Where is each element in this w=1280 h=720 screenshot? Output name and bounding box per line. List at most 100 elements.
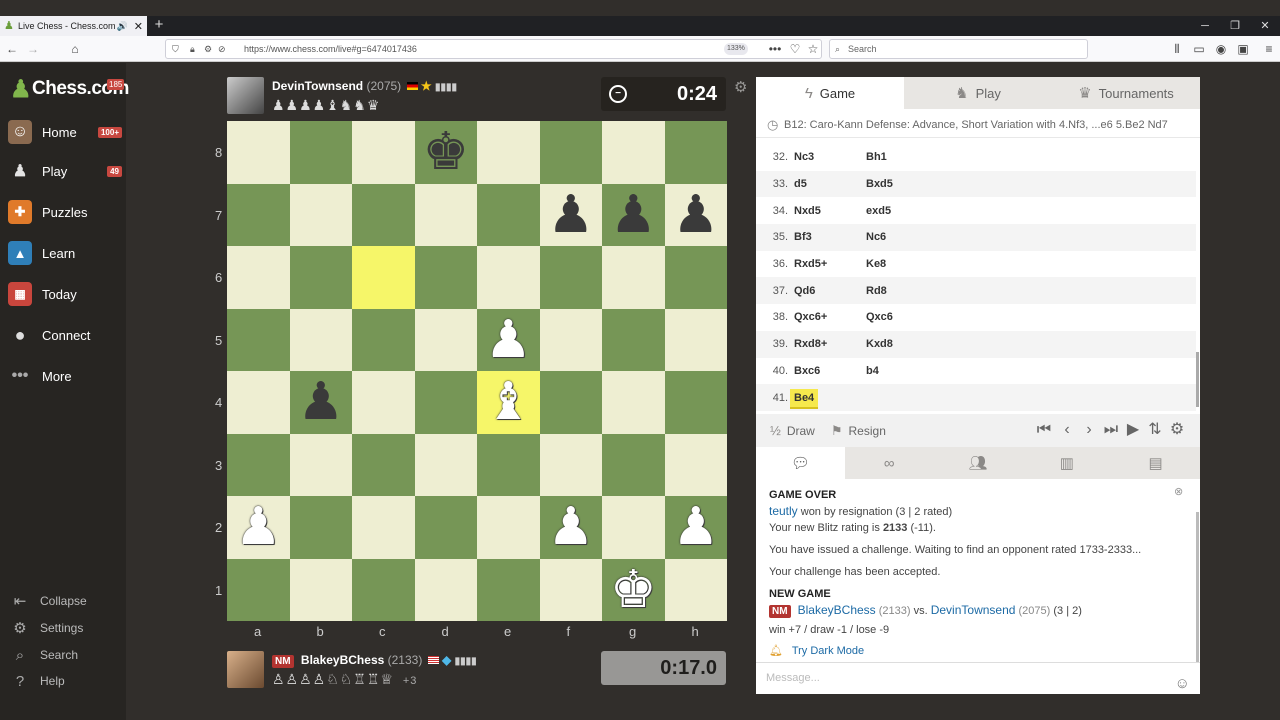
white-move[interactable]: Be4	[790, 388, 866, 409]
draw-button[interactable]: ½ Draw	[770, 423, 815, 438]
square-g6[interactable]	[602, 246, 665, 309]
square-f1[interactable]	[539, 558, 602, 621]
bottom-player-name[interactable]: BlakeyBChess	[301, 653, 384, 667]
square-d6[interactable]	[414, 246, 477, 309]
square-h1[interactable]	[664, 558, 727, 621]
black-move[interactable]: Rd8	[866, 285, 938, 297]
black-move[interactable]: Ke8	[866, 258, 938, 270]
black-pawn-g7[interactable]: ♟	[610, 189, 657, 241]
top-player-name[interactable]: DevinTownsend	[272, 79, 363, 93]
square-a8[interactable]	[227, 121, 290, 184]
move-text[interactable]: Rxd5+	[794, 258, 827, 270]
tab-players[interactable]: 👥︎	[934, 447, 1023, 479]
square-c5[interactable]	[352, 308, 415, 371]
square-c6[interactable]	[352, 246, 415, 309]
square-e5[interactable]: ♟	[477, 308, 540, 371]
extension-icon[interactable]: ▣	[1234, 40, 1252, 58]
tab-chat[interactable]: 💬︎	[756, 447, 845, 479]
square-a2[interactable]: ♟	[227, 496, 290, 559]
sidebar-item-today[interactable]: ▦ Today	[0, 276, 126, 312]
tab-watch[interactable]: ∞	[845, 447, 934, 479]
square-d8[interactable]: ♚	[414, 121, 477, 184]
square-f4[interactable]	[539, 371, 602, 434]
next-move-icon[interactable]: ›	[1079, 422, 1099, 438]
url-bar[interactable]: ⛉ 🔒︎ ⚙ ⊘ https://www.chess.com/live#g=64…	[165, 39, 822, 59]
emoji-icon[interactable]: ☺	[1175, 669, 1190, 699]
square-b7[interactable]	[289, 183, 352, 246]
square-d7[interactable]	[414, 183, 477, 246]
minimize-icon[interactable]: ─	[1190, 16, 1220, 36]
square-e7[interactable]	[477, 183, 540, 246]
white-king-g1[interactable]: ♚	[610, 564, 657, 616]
square-b5[interactable]	[289, 308, 352, 371]
black-king-d8[interactable]: ♚	[422, 126, 469, 178]
square-b8[interactable]	[289, 121, 352, 184]
white-player-link[interactable]: BlakeyBChess	[798, 603, 876, 617]
white-move[interactable]: Qd6	[794, 285, 866, 297]
black-pawn-f7[interactable]: ♟	[547, 189, 594, 241]
move-list[interactable]: 32. Nc3 Bh1 33. d5 Bxd5 34. Nxd5 exd5 35. Bf3 Nc6 36…	[756, 144, 1196, 411]
square-h3[interactable]	[664, 433, 727, 496]
square-b3[interactable]	[289, 433, 352, 496]
square-f6[interactable]	[539, 246, 602, 309]
back-icon[interactable]: ←	[3, 40, 21, 58]
square-g3[interactable]	[602, 433, 665, 496]
square-c8[interactable]	[352, 121, 415, 184]
square-a5[interactable]	[227, 308, 290, 371]
sidebar-icon[interactable]: ▭	[1190, 40, 1208, 58]
move-list-scrollbar[interactable]	[1196, 352, 1199, 407]
previous-move-icon[interactable]: ‹	[1057, 422, 1077, 438]
sidebar-item-puzzles[interactable]: ✚ Puzzles	[0, 194, 126, 230]
square-a4[interactable]	[227, 371, 290, 434]
white-pawn-e5[interactable]: ♟	[485, 314, 532, 366]
square-f8[interactable]	[539, 121, 602, 184]
message-input[interactable]: Message... ☺	[756, 662, 1200, 694]
white-bishop-e4[interactable]: ♝	[485, 376, 532, 428]
library-icon[interactable]: ⫴	[1168, 40, 1186, 58]
home-icon[interactable]: ⌂	[66, 40, 84, 58]
move-text[interactable]: Rxd8+	[794, 338, 827, 350]
square-c4[interactable]	[352, 371, 415, 434]
zoom-level[interactable]: 133%	[724, 43, 748, 55]
menu-icon[interactable]: ≡	[1260, 40, 1278, 58]
square-b1[interactable]	[289, 558, 352, 621]
square-g5[interactable]	[602, 308, 665, 371]
square-e1[interactable]	[477, 558, 540, 621]
black-player-link[interactable]: DevinTownsend	[931, 603, 1016, 617]
black-move[interactable]: b4	[866, 365, 938, 377]
close-tab-icon[interactable]: ✕	[134, 20, 143, 33]
white-move[interactable]: Qxc6+	[794, 311, 866, 323]
audio-icon[interactable]: 🔊	[117, 21, 128, 32]
bookmark-star-icon[interactable]: ☆	[804, 40, 822, 58]
white-move[interactable]: Nc3	[794, 151, 866, 163]
winner-link[interactable]: teutly	[769, 504, 798, 518]
square-c2[interactable]	[352, 496, 415, 559]
white-move[interactable]: Bf3	[794, 231, 866, 243]
square-g7[interactable]: ♟	[602, 183, 665, 246]
square-c7[interactable]	[352, 183, 415, 246]
square-c1[interactable]	[352, 558, 415, 621]
move-text[interactable]: Nxd5	[794, 205, 821, 217]
black-pawn-b4[interactable]: ♟	[297, 376, 344, 428]
maximize-icon[interactable]: ❐	[1220, 16, 1250, 36]
sidebar-item-play[interactable]: ♟ Play 49	[0, 153, 126, 189]
white-move[interactable]: Nxd5	[794, 205, 866, 217]
square-h8[interactable]	[664, 121, 727, 184]
opponent-avatar[interactable]	[227, 77, 264, 114]
white-move[interactable]: Rxd5+	[794, 258, 866, 270]
board-settings-icon[interactable]: ⚙	[734, 78, 747, 96]
opening-name[interactable]: ◷ B12: Caro-Kann Defense: Advance, Short…	[756, 112, 1200, 138]
square-b2[interactable]	[289, 496, 352, 559]
sidebar-settings[interactable]: ⚙ Settings	[10, 618, 83, 638]
black-move[interactable]: Nc6	[866, 231, 938, 243]
square-e2[interactable]	[477, 496, 540, 559]
move-text[interactable]: Bxc6	[794, 365, 820, 377]
square-g1[interactable]: ♚	[602, 558, 665, 621]
white-pawn-a2[interactable]: ♟	[235, 501, 282, 553]
black-move[interactable]: Qxc6	[866, 311, 938, 323]
black-move[interactable]: Bh1	[866, 151, 938, 163]
move-text[interactable]: Bf3	[794, 231, 812, 243]
pocket-icon[interactable]: ♡	[786, 40, 804, 58]
sidebar-help[interactable]: ? Help	[10, 671, 65, 691]
white-move[interactable]: Rxd8+	[794, 338, 866, 350]
